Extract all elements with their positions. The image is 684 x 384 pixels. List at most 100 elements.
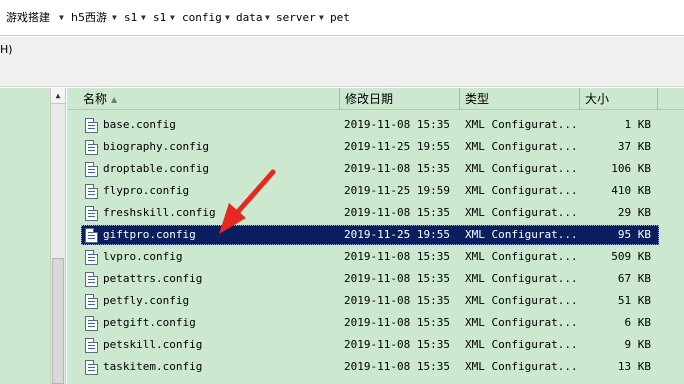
- file-type: XML Configurat...: [465, 294, 578, 307]
- breadcrumb-separator-icon[interactable]: ▼: [225, 11, 230, 25]
- file-size: 410 KB: [611, 184, 651, 197]
- file-size: 106 KB: [611, 162, 651, 175]
- column-header-date-label: 修改日期: [345, 92, 394, 106]
- breadcrumb-item-current[interactable]: pet: [330, 11, 350, 25]
- breadcrumb-item[interactable]: config: [182, 11, 222, 25]
- file-name: petgift.config: [103, 316, 196, 329]
- file-row[interactable]: biography.config 2019-11-25 19:55 XML Co…: [81, 137, 659, 157]
- file-row[interactable]: flypro.config 2019-11-25 19:59 XML Confi…: [81, 181, 659, 201]
- file-row[interactable]: petfly.config 2019-11-08 15:35 XML Confi…: [81, 291, 659, 311]
- column-header-size[interactable]: 大小: [579, 88, 657, 110]
- file-date: 2019-11-25 19:55: [344, 140, 450, 153]
- breadcrumb-item[interactable]: server: [276, 11, 316, 25]
- file-size: 1 KB: [624, 118, 652, 131]
- xml-config-file-icon: [85, 228, 98, 243]
- file-type: XML Configurat...: [465, 228, 578, 241]
- file-row[interactable]: petskill.config 2019-11-08 15:35 XML Con…: [81, 335, 659, 355]
- file-date: 2019-11-08 15:35: [344, 360, 450, 373]
- xml-config-file-icon: [85, 250, 98, 265]
- column-header-filler: [657, 88, 684, 110]
- xml-config-file-icon: [85, 294, 98, 309]
- scroll-up-arrow-icon[interactable]: ▲: [51, 88, 65, 104]
- file-type: XML Configurat...: [465, 162, 578, 175]
- sort-ascending-icon: ▲: [111, 95, 118, 104]
- file-size: 9 KB: [624, 338, 652, 351]
- file-type: XML Configurat...: [465, 360, 578, 373]
- file-name: base.config: [103, 118, 176, 131]
- breadcrumb-separator-icon[interactable]: ▼: [170, 11, 175, 25]
- file-name: droptable.config: [103, 162, 209, 175]
- file-name: petskill.config: [103, 338, 203, 351]
- breadcrumb-separator-icon[interactable]: ▼: [59, 11, 64, 25]
- file-date: 2019-11-08 15:35: [344, 338, 450, 351]
- file-row[interactable]: lvpro.config 2019-11-08 15:35 XML Config…: [81, 247, 659, 267]
- xml-config-file-icon: [85, 272, 98, 287]
- file-name: lvpro.config: [103, 250, 183, 263]
- file-type: XML Configurat...: [465, 206, 578, 219]
- file-date: 2019-11-08 15:35: [344, 272, 450, 285]
- breadcrumb-separator-icon[interactable]: ▼: [319, 11, 324, 25]
- column-header-size-label: 大小: [585, 92, 610, 106]
- column-header-date[interactable]: 修改日期: [339, 88, 459, 110]
- file-date: 2019-11-08 15:35: [344, 250, 450, 263]
- file-type: XML Configurat...: [465, 184, 578, 197]
- file-date: 2019-11-08 15:35: [344, 206, 450, 219]
- breadcrumb-separator-icon[interactable]: ▼: [265, 11, 270, 25]
- file-type: XML Configurat...: [465, 316, 578, 329]
- column-header-name-label: 名称: [83, 92, 108, 106]
- file-name: petfly.config: [103, 294, 190, 307]
- file-type: XML Configurat...: [465, 140, 578, 153]
- file-type: XML Configurat...: [465, 338, 578, 351]
- address-bar[interactable]: 游戏搭建 ▼ h5西游 ▼ s1 ▼ s1 ▼ config ▼ data ▼ …: [0, 0, 684, 36]
- file-list: 名称 ▲ 修改日期 类型 大小 base.config 2019-11-08 15…: [67, 88, 684, 384]
- file-size: 509 KB: [611, 250, 651, 263]
- file-row-selected[interactable]: giftpro.config 2019-11-25 19:55 XML Conf…: [81, 225, 659, 245]
- file-name: taskitem.config: [103, 360, 203, 373]
- file-date: 2019-11-25 19:55: [344, 228, 450, 241]
- file-size: 95 KB: [617, 228, 651, 241]
- nav-scrollbar[interactable]: ▲: [50, 88, 66, 384]
- file-date: 2019-11-25 19:59: [344, 184, 450, 197]
- scrollbar-thumb[interactable]: [52, 258, 64, 384]
- column-header-row: 名称 ▲ 修改日期 类型 大小: [67, 88, 684, 110]
- xml-config-file-icon: [85, 162, 98, 177]
- column-header-type[interactable]: 类型: [459, 88, 579, 110]
- breadcrumb-item[interactable]: 游戏搭建: [6, 11, 50, 25]
- file-row[interactable]: base.config 2019-11-08 15:35 XML Configu…: [81, 115, 659, 135]
- breadcrumb-item[interactable]: s1: [124, 11, 137, 25]
- file-name: petattrs.config: [103, 272, 203, 285]
- file-type: XML Configurat...: [465, 118, 578, 131]
- menu-item-help[interactable]: H): [0, 43, 13, 56]
- file-size: 13 KB: [617, 360, 651, 373]
- breadcrumb-item[interactable]: data: [236, 11, 263, 25]
- xml-config-file-icon: [85, 140, 98, 155]
- file-name: freshskill.config: [103, 206, 216, 219]
- xml-config-file-icon: [85, 316, 98, 331]
- file-type: XML Configurat...: [465, 272, 578, 285]
- file-size: 51 KB: [617, 294, 651, 307]
- file-size: 29 KB: [617, 206, 651, 219]
- file-row[interactable]: droptable.config 2019-11-08 15:35 XML Co…: [81, 159, 659, 179]
- file-name: flypro.config: [103, 184, 190, 197]
- file-name: giftpro.config: [103, 228, 196, 241]
- xml-config-file-icon: [85, 184, 98, 199]
- file-row[interactable]: freshskill.config 2019-11-08 15:35 XML C…: [81, 203, 659, 223]
- file-row[interactable]: taskitem.config 2019-11-08 15:35 XML Con…: [81, 357, 659, 377]
- file-date: 2019-11-08 15:35: [344, 118, 450, 131]
- column-header-name[interactable]: 名称 ▲: [67, 88, 339, 110]
- breadcrumb-separator-icon[interactable]: ▼: [112, 11, 117, 25]
- file-size: 6 KB: [624, 316, 652, 329]
- file-row[interactable]: petgift.config 2019-11-08 15:35 XML Conf…: [81, 313, 659, 333]
- file-size: 37 KB: [617, 140, 651, 153]
- xml-config-file-icon: [85, 206, 98, 221]
- file-date: 2019-11-08 15:35: [344, 316, 450, 329]
- breadcrumb-item[interactable]: h5西游: [71, 11, 107, 25]
- xml-config-file-icon: [85, 118, 98, 133]
- file-date: 2019-11-08 15:35: [344, 294, 450, 307]
- navigation-pane: [0, 88, 50, 384]
- breadcrumb-separator-icon[interactable]: ▼: [141, 11, 146, 25]
- file-type: XML Configurat...: [465, 250, 578, 263]
- breadcrumb-item[interactable]: s1: [153, 11, 166, 25]
- file-row[interactable]: petattrs.config 2019-11-08 15:35 XML Con…: [81, 269, 659, 289]
- file-size: 67 KB: [617, 272, 651, 285]
